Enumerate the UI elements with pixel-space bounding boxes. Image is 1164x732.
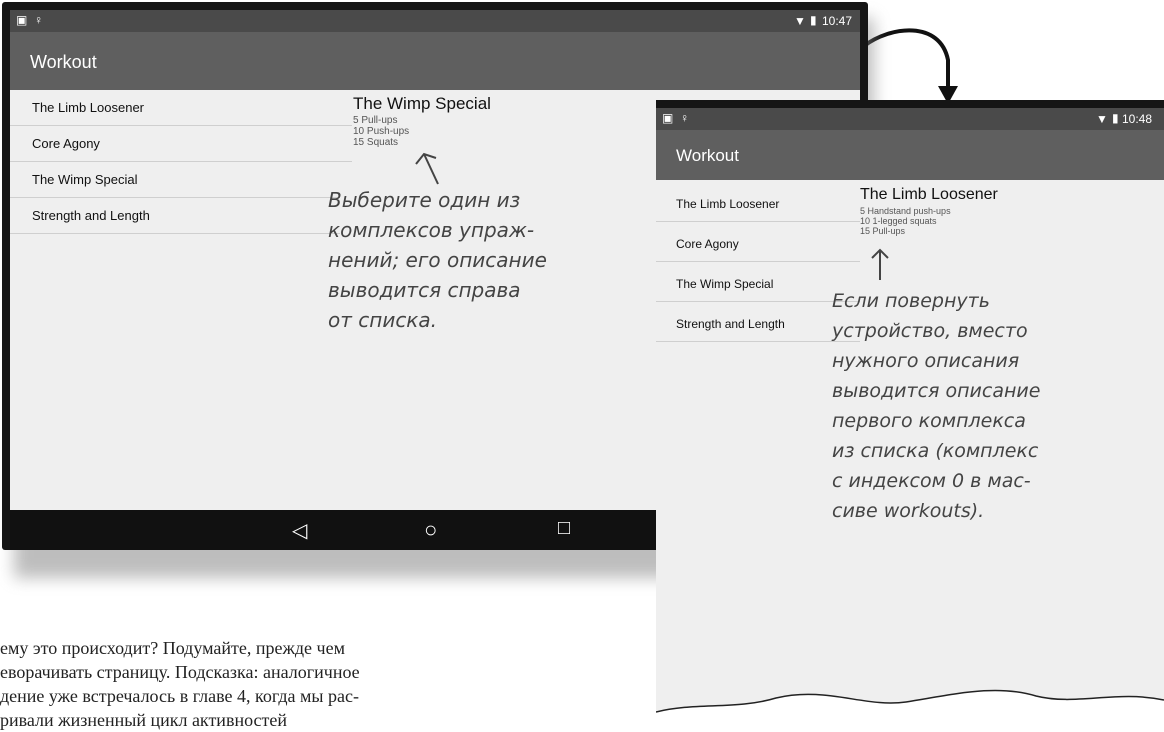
hand-arrow-icon [871,248,889,280]
status-bar: ▣ ♀ ▼ ▮ 10:48 [656,108,1164,130]
list-item[interactable]: Strength and Length [10,198,340,234]
caption-line: еворачивать страницу. Подсказка: аналоги… [0,662,360,682]
wifi-icon: ▼ [794,14,806,28]
annotation-line: от списка. [328,308,438,332]
notification-icon: ♀ [34,13,43,27]
app-title: Workout [676,146,739,165]
caption-line: ривали жизненный цикл активностей [0,710,287,730]
list-item[interactable]: The Limb Loosener [656,186,860,222]
detail-line: 15 Pull-ups [860,226,906,236]
status-bar: ▣ ♀ ▼ ▮ 10:47 [10,10,860,32]
detail-line: 10 1-legged squats [860,216,937,226]
list-item[interactable]: The Wimp Special [656,266,860,302]
hand-arrow-icon [415,152,439,185]
status-time: 10:47 [822,14,853,28]
portrait-tablet: ▣ ♀ ▼ ▮ 10:48 Workout The Limb Loosener … [656,100,1164,726]
app-bar: Workout [656,130,1164,180]
list-item[interactable]: Core Agony [10,126,352,162]
recents-button[interactable]: □ [558,517,570,540]
detail-line: 15 Squats [353,137,399,148]
battery-icon: ▮ [810,13,817,27]
caption-line: дение уже встречалось в главе 4, когда м… [0,686,359,706]
back-button[interactable]: ◁ [292,518,307,543]
annotation-line: устройство, вместо [832,320,1028,342]
status-time: 10:48 [1122,112,1153,126]
list-item[interactable]: The Wimp Special [10,162,340,198]
annotation-line: нужного описания [832,350,1020,372]
annotation-line: Если повернуть [832,290,990,312]
caption-line: ему это происходит? Подумайте, прежде че… [0,638,345,658]
list-item[interactable]: The Limb Loosener [10,90,352,126]
list-item[interactable]: Strength and Length [656,306,860,342]
wifi-icon: ▼ [1096,112,1108,126]
annotation-line: сиве workouts). [832,500,985,522]
annotation-line: первого комплекса [832,410,1026,432]
list-item[interactable]: Core Agony [656,226,860,262]
detail-line: 5 Handstand push-ups [860,206,951,216]
detail-line: 5 Pull-ups [353,115,398,126]
annotation-line: из списка (комплекс [832,440,1039,462]
detail-title: The Wimp Special [353,94,491,113]
battery-icon: ▮ [1112,111,1119,125]
notification-icon: ♀ [680,111,689,125]
detail-line: 10 Push-ups [353,126,410,137]
annotation-line: Выберите один из [328,188,521,212]
sim-icon: ▣ [16,13,28,27]
home-button[interactable]: ○ [424,517,437,543]
content-area: The Limb Loosener Core Agony The Wimp Sp… [656,180,1164,726]
annotation-line: с индексом 0 в мас- [832,470,1031,492]
annotation-line: нений; его описание [328,248,547,272]
torn-edge [656,689,1164,726]
detail-title: The Limb Loosener [860,186,998,203]
app-bar: Workout [10,32,860,90]
annotation-line: выводится описание [832,380,1041,402]
curved-arrow-icon [862,28,958,104]
annotation-line: выводится справа [328,278,521,302]
app-title: Workout [30,52,97,72]
annotation-line: комплексов упраж- [328,218,535,242]
caption-text: ему это происходит? Подумайте, прежде че… [0,636,660,732]
sim-icon: ▣ [662,111,674,125]
